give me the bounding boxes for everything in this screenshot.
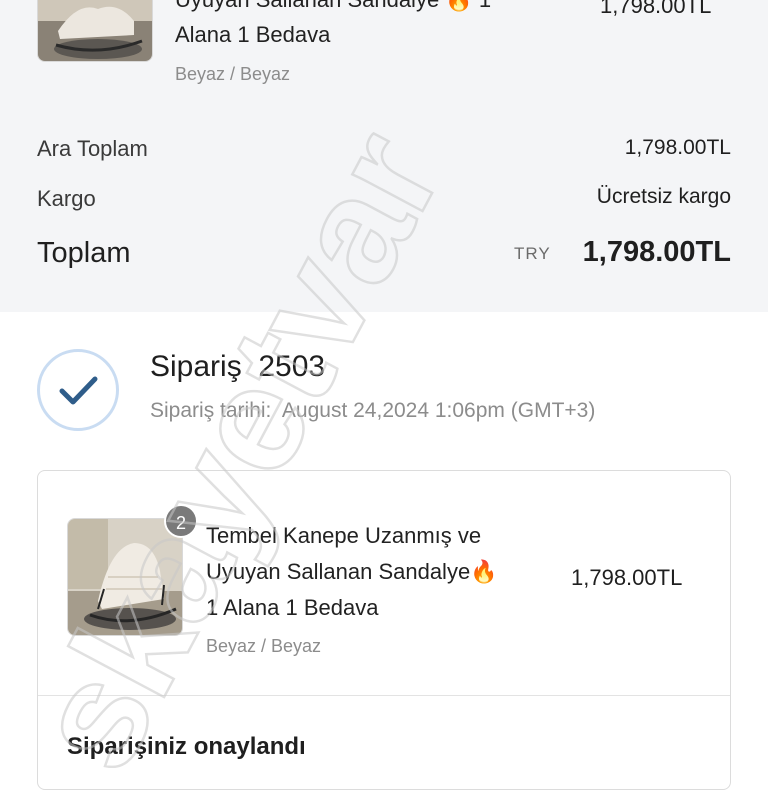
order-product-title-line1: Tembel Kanepe Uzanmış ve (206, 523, 482, 548)
quantity-badge: 2 (164, 504, 198, 538)
order-product-title-line3: 1 Alana 1 Bedava (206, 595, 379, 620)
top-product-title-line2: Alana 1 Bedava (175, 22, 331, 47)
top-product-variant: Beyaz / Beyaz (175, 64, 291, 84)
top-product-title-line1: Uyuyan Sallanan Sandalye 🔥 1 (175, 0, 491, 18)
top-product-thumbnail (37, 0, 153, 62)
subtotal-label: Ara Toplam (37, 136, 148, 161)
order-product-title-line2: Uyuyan Sallanan Sandalye🔥 (206, 554, 498, 590)
shipping-value: Ücretsiz kargo (596, 185, 731, 208)
order-summary-section: Uyuyan Sallanan Sandalye 🔥 1 Alana 1 Bed… (0, 0, 768, 312)
order-product-price: 1,798.00TL (571, 565, 683, 590)
shipping-label: Kargo (37, 186, 96, 211)
order-product-thumbnail[interactable] (67, 518, 183, 636)
order-number: 2503 (258, 350, 326, 383)
top-product-price: 1,798.00TL (600, 0, 712, 18)
fire-icon: 🔥 (470, 559, 498, 584)
order-confirmed-message: Siparişiniz onaylandı (67, 733, 306, 760)
check-circle-icon (37, 349, 119, 431)
card-divider (38, 695, 730, 696)
total-label: Toplam (37, 237, 131, 269)
order-title: Sipariş 2503 (150, 350, 326, 383)
subtotal-value: 1,798.00TL (624, 136, 731, 159)
order-product-variant: Beyaz / Beyaz (206, 636, 322, 656)
total-currency: TRY (514, 244, 551, 263)
fire-icon: 🔥 (445, 0, 472, 18)
order-date: Sipariş tarihi: August 24,2024 1:06pm (G… (150, 399, 596, 422)
total-value: 1,798.00TL (582, 236, 731, 268)
